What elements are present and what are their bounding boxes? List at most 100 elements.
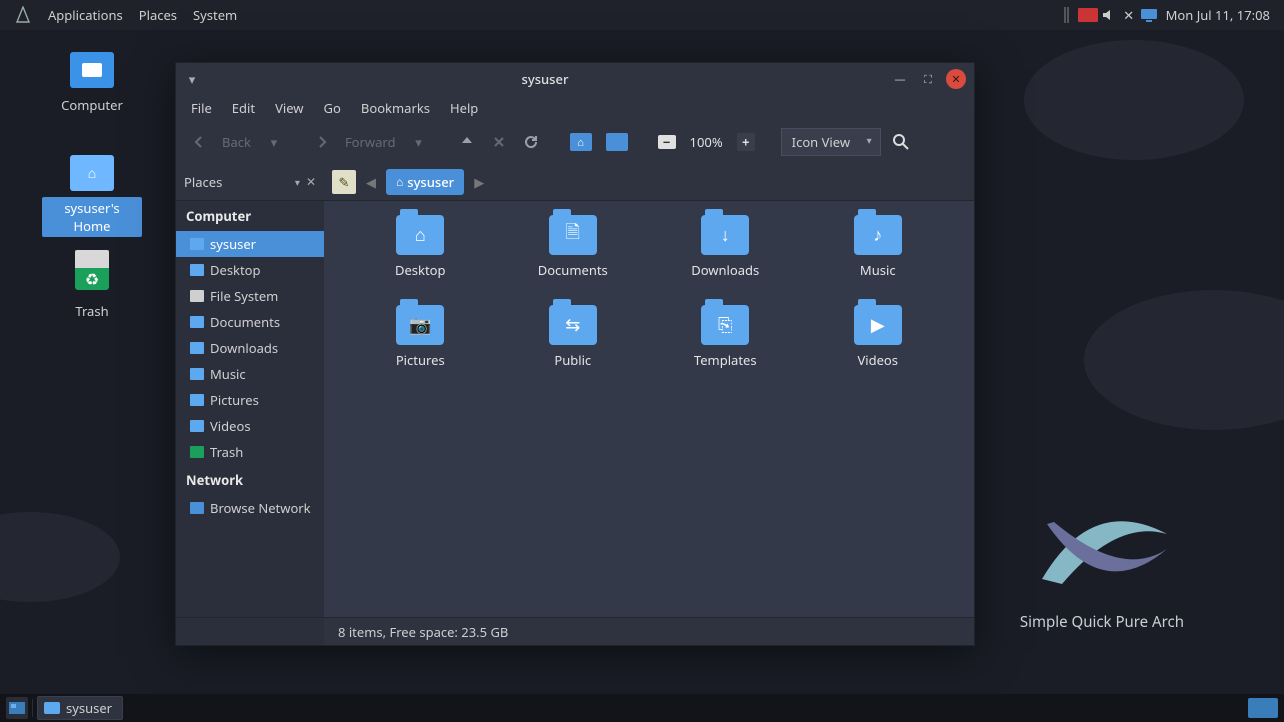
breadcrumb-next-icon[interactable]: ▶ <box>470 173 488 191</box>
forward-dropdown-icon[interactable]: ▾ <box>406 128 432 156</box>
sidebar-item-videos[interactable]: Videos <box>176 413 324 439</box>
toolbar: Back ▾ Forward ▾ ⌂ − 100% + Icon View <box>176 121 974 163</box>
folder-icon: 📷 <box>396 305 444 345</box>
sidebar-item-desktop[interactable]: Desktop <box>176 257 324 283</box>
folder-documents[interactable]: 🗎Documents <box>497 215 650 305</box>
path-row: Places ▾ ✕ ✎ ◀ ⌂ sysuser ▶ <box>176 163 974 201</box>
window-titlebar[interactable]: ▾ sysuser — ⛶ ✕ <box>176 63 974 95</box>
back-dropdown-icon[interactable]: ▾ <box>261 128 287 156</box>
menu-file[interactable]: File <box>182 96 221 120</box>
sidepanel-close-icon[interactable]: ✕ <box>306 173 316 190</box>
folder-icon <box>190 238 204 250</box>
home-icon: ⌂ <box>396 173 403 190</box>
taskbar-item-filemanager[interactable]: sysuser <box>37 696 123 720</box>
folder-icon <box>190 420 204 432</box>
folder-label: Templates <box>694 351 757 369</box>
folder-desktop[interactable]: ⌂Desktop <box>344 215 497 305</box>
window-title: sysuser <box>208 70 882 88</box>
desktop-icon-home[interactable]: ⌂ sysuser's Home <box>42 155 142 237</box>
folder-music[interactable]: ♪Music <box>802 215 955 305</box>
desktop-icon-trash[interactable]: ♻ Trash <box>42 250 142 322</box>
sidebar-item-pictures[interactable]: Pictures <box>176 387 324 413</box>
back-arrow-icon[interactable] <box>186 128 212 156</box>
display-icon[interactable] <box>1140 6 1158 24</box>
menubar: File Edit View Go Bookmarks Help <box>176 95 974 121</box>
reload-button[interactable] <box>518 128 544 156</box>
menu-view[interactable]: View <box>266 96 312 120</box>
folder-icon <box>190 290 204 302</box>
tray-close-icon[interactable]: ✕ <box>1120 6 1138 24</box>
icon-view[interactable]: ⌂Desktop🗎Documents↓Downloads♪Music 📷Pictu… <box>324 201 974 617</box>
sidebar-item-label: Documents <box>210 313 280 331</box>
sidebar-item-sysuser[interactable]: sysuser <box>176 231 324 257</box>
up-button[interactable] <box>454 128 480 156</box>
computer-icon <box>70 52 114 88</box>
folder-pictures[interactable]: 📷Pictures <box>344 305 497 395</box>
breadcrumb-prev-icon[interactable]: ◀ <box>362 173 380 191</box>
menu-system[interactable]: System <box>185 0 245 30</box>
desktop-icon-computer[interactable]: Computer <box>42 52 142 116</box>
zoom-out-button[interactable]: − <box>654 128 680 156</box>
show-desktop-button[interactable] <box>6 697 28 719</box>
folder-icon <box>190 316 204 328</box>
minimize-button[interactable]: — <box>890 69 910 89</box>
distro-logo[interactable] <box>6 0 40 30</box>
menu-go[interactable]: Go <box>315 96 350 120</box>
network-icon <box>190 502 204 514</box>
breadcrumb-current[interactable]: ⌂ sysuser <box>386 169 464 195</box>
menu-help[interactable]: Help <box>441 96 487 120</box>
sidebar-item-browse-network[interactable]: Browse Network <box>176 495 324 521</box>
edit-path-button[interactable]: ✎ <box>332 170 356 194</box>
sidebar-item-trash[interactable]: Trash <box>176 439 324 465</box>
menu-edit[interactable]: Edit <box>223 96 264 120</box>
sidepanel-selector[interactable]: Places <box>184 173 289 191</box>
close-button[interactable]: ✕ <box>946 69 966 89</box>
volume-muted-icon[interactable] <box>1100 6 1118 24</box>
keyboard-layout-icon[interactable] <box>1078 8 1098 22</box>
forward-button[interactable]: Forward <box>341 128 400 156</box>
clock[interactable]: Mon Jul 11, 17:08 <box>1158 6 1278 24</box>
home-button[interactable]: ⌂ <box>566 128 596 156</box>
sidebar-header-computer: Computer <box>176 201 324 231</box>
bottom-panel: sysuser <box>0 694 1284 722</box>
sidebar-item-label: Music <box>210 365 246 383</box>
menu-places[interactable]: Places <box>131 0 185 30</box>
statusbar: 8 items, Free space: 23.5 GB <box>324 618 974 645</box>
folder-videos[interactable]: ▶Videos <box>802 305 955 395</box>
folder-icon <box>190 368 204 380</box>
window-menu-icon[interactable]: ▾ <box>184 70 200 88</box>
folder-icon: ⇆ <box>549 305 597 345</box>
folder-public[interactable]: ⇆Public <box>497 305 650 395</box>
distro-brand: Simple Quick Pure Arch <box>1020 464 1184 632</box>
brand-text: Simple Quick Pure Arch <box>1020 612 1184 632</box>
menu-applications[interactable]: Applications <box>40 0 131 30</box>
folder-templates[interactable]: ⎘Templates <box>649 305 802 395</box>
sidebar-item-label: Downloads <box>210 339 278 357</box>
sidebar-item-music[interactable]: Music <box>176 361 324 387</box>
search-button[interactable] <box>887 128 915 156</box>
file-manager-window: ▾ sysuser — ⛶ ✕ File Edit View Go Bookma… <box>175 62 975 646</box>
sidebar-item-downloads[interactable]: Downloads <box>176 335 324 361</box>
folder-label: Videos <box>857 351 898 369</box>
tray-separator-icon[interactable] <box>1058 6 1076 24</box>
folder-icon <box>190 342 204 354</box>
computer-button[interactable] <box>602 128 632 156</box>
sidebar-item-file-system[interactable]: File System <box>176 283 324 309</box>
view-mode-dropdown[interactable]: Icon View <box>781 128 881 156</box>
sidepanel-dropdown-icon[interactable]: ▾ <box>295 175 300 189</box>
forward-arrow-icon[interactable] <box>309 128 335 156</box>
menu-bookmarks[interactable]: Bookmarks <box>352 96 439 120</box>
top-panel: Applications Places System ✕ Mon Jul 11,… <box>0 0 1284 30</box>
sidebar-item-label: Desktop <box>210 261 261 279</box>
maximize-button[interactable]: ⛶ <box>918 69 938 89</box>
folder-icon <box>190 394 204 406</box>
folder-icon: 🗎 <box>549 215 597 255</box>
sidebar-header-network: Network <box>176 465 324 495</box>
sidebar-item-documents[interactable]: Documents <box>176 309 324 335</box>
folder-downloads[interactable]: ↓Downloads <box>649 215 802 305</box>
workspace-switcher[interactable] <box>1248 698 1278 718</box>
sidebar-item-label: Browse Network <box>210 499 311 517</box>
zoom-in-button[interactable]: + <box>733 128 759 156</box>
stop-button[interactable] <box>486 128 512 156</box>
back-button[interactable]: Back <box>218 128 255 156</box>
